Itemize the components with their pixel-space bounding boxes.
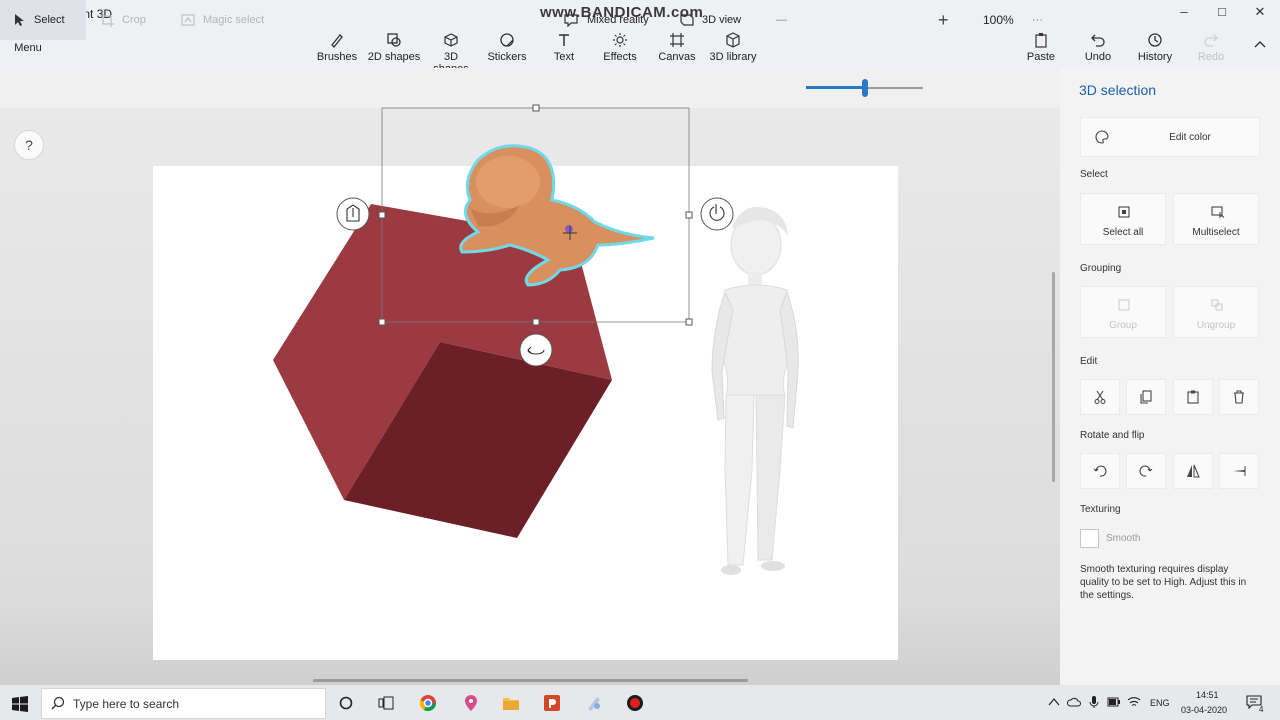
- selection-handle[interactable]: [685, 211, 693, 219]
- delete-button[interactable]: [1219, 379, 1259, 415]
- figure-right-leg: [755, 394, 786, 561]
- history-label: History: [1137, 51, 1173, 63]
- figure-right-shoe: [761, 561, 785, 571]
- select-section-label: Select: [1080, 169, 1108, 180]
- taskbar-search-placeholder: Type here to search: [73, 697, 180, 711]
- multiselect-label: Multiselect: [1192, 227, 1240, 238]
- cloud-icon[interactable]: [1067, 696, 1081, 708]
- rotate-left-icon: [1093, 465, 1107, 477]
- network-icon[interactable]: [1127, 696, 1141, 708]
- selection-handle[interactable]: [532, 318, 540, 326]
- redo-button[interactable]: Redo: [1196, 32, 1226, 63]
- copy-button[interactable]: [1126, 379, 1166, 415]
- collapse-ribbon-button[interactable]: [1248, 38, 1272, 55]
- selection-handle[interactable]: [378, 318, 386, 326]
- task-view-icon[interactable]: [378, 695, 394, 711]
- clock-time[interactable]: 14:51: [1196, 690, 1219, 700]
- maps-icon[interactable]: [462, 694, 480, 712]
- redo-icon: [1204, 34, 1218, 47]
- chrome-icon[interactable]: [419, 694, 437, 712]
- trash-icon: [1234, 390, 1244, 404]
- group-icon: [1118, 299, 1130, 311]
- chevron-up-icon: [1254, 41, 1266, 48]
- horizontal-scrollbar[interactable]: [313, 679, 748, 682]
- cortana-icon[interactable]: [339, 696, 353, 710]
- rotate-horizontal-gizmo[interactable]: [519, 333, 553, 367]
- figure-torso: [721, 284, 791, 396]
- battery-icon[interactable]: [1107, 697, 1121, 707]
- close-button[interactable]: ✕: [1248, 4, 1272, 20]
- group-label: Group: [1109, 320, 1137, 331]
- windows-start-icon[interactable]: [12, 696, 28, 712]
- selection-handle[interactable]: [378, 211, 386, 219]
- flip-vertical-icon: [1233, 466, 1246, 476]
- undo-label: Undo: [1084, 51, 1112, 63]
- cut-button[interactable]: [1080, 379, 1120, 415]
- select-all-icon: [1118, 206, 1130, 218]
- smooth-checkbox[interactable]: [1080, 529, 1099, 548]
- powerpoint-icon[interactable]: [543, 694, 561, 712]
- clipboard-icon: [1187, 390, 1199, 404]
- rotate-left-button[interactable]: [1080, 453, 1120, 489]
- paste-panel-button[interactable]: [1173, 379, 1213, 415]
- clock-date[interactable]: 03-04-2020: [1181, 705, 1227, 715]
- language-indicator[interactable]: ENG: [1150, 698, 1170, 708]
- vertical-scrollbar[interactable]: [1052, 272, 1055, 482]
- search-icon: [51, 696, 65, 710]
- notification-count: 4: [1259, 705, 1264, 714]
- chevron-up-icon[interactable]: [1048, 697, 1060, 707]
- maximize-button[interactable]: □: [1210, 4, 1234, 19]
- flip-horizontal-icon: [1187, 464, 1200, 478]
- smooth-label: Smooth: [1106, 533, 1141, 544]
- rotate-vertical-gizmo[interactable]: [700, 197, 734, 231]
- rotate-right-icon: [1139, 465, 1153, 477]
- history-button[interactable]: History: [1136, 32, 1174, 63]
- grouping-section-label: Grouping: [1080, 263, 1122, 274]
- ungroup-icon: [1211, 299, 1223, 311]
- history-icon: [1148, 33, 1162, 47]
- undo-icon: [1091, 34, 1105, 47]
- microphone-icon[interactable]: [1088, 695, 1100, 709]
- paint-3d-icon[interactable]: [585, 694, 603, 712]
- multiselect-button[interactable]: Multiselect: [1173, 193, 1259, 245]
- tray-spacer-icon: [1134, 696, 1135, 697]
- push-to-back-gizmo[interactable]: [336, 197, 370, 231]
- selection-handle[interactable]: [685, 318, 693, 326]
- minimize-button[interactable]: –: [1172, 4, 1196, 19]
- ungroup-button[interactable]: Ungroup: [1173, 286, 1259, 338]
- texturing-section-label: Texturing: [1080, 504, 1121, 515]
- bandicam-record-icon[interactable]: [626, 694, 644, 712]
- rotate-section-label: Rotate and flip: [1080, 430, 1145, 441]
- multiselect-icon: [1211, 206, 1225, 218]
- panel-title: 3D selection: [1079, 82, 1157, 98]
- edit-color-button[interactable]: Edit color: [1080, 117, 1260, 157]
- smooth-note: Smooth texturing requires display qualit…: [1080, 564, 1247, 601]
- select-all-button[interactable]: Select all: [1080, 193, 1166, 245]
- ungroup-label: Ungroup: [1196, 320, 1236, 331]
- flip-vertical-button[interactable]: [1219, 453, 1259, 489]
- edit-color-label: Edit color: [1169, 132, 1211, 143]
- selection-handle[interactable]: [532, 104, 540, 112]
- edit-section-label: Edit: [1080, 356, 1098, 367]
- file-explorer-icon[interactable]: [502, 695, 520, 711]
- group-button[interactable]: Group: [1080, 286, 1166, 338]
- undo-button[interactable]: Undo: [1082, 32, 1114, 63]
- rotate-right-button[interactable]: [1126, 453, 1166, 489]
- copy-icon: [1140, 390, 1152, 404]
- 3d-scene: [273, 104, 799, 575]
- redo-label: Redo: [1197, 51, 1225, 63]
- scissors-icon: [1094, 390, 1106, 404]
- select-all-label: Select all: [1102, 227, 1144, 238]
- female-figure-model[interactable]: [711, 206, 799, 575]
- figure-left-leg: [724, 394, 755, 566]
- palette-icon: [1095, 130, 1109, 144]
- flip-horizontal-button[interactable]: [1173, 453, 1213, 489]
- figure-left-shoe: [721, 565, 741, 575]
- dog-head: [476, 156, 540, 208]
